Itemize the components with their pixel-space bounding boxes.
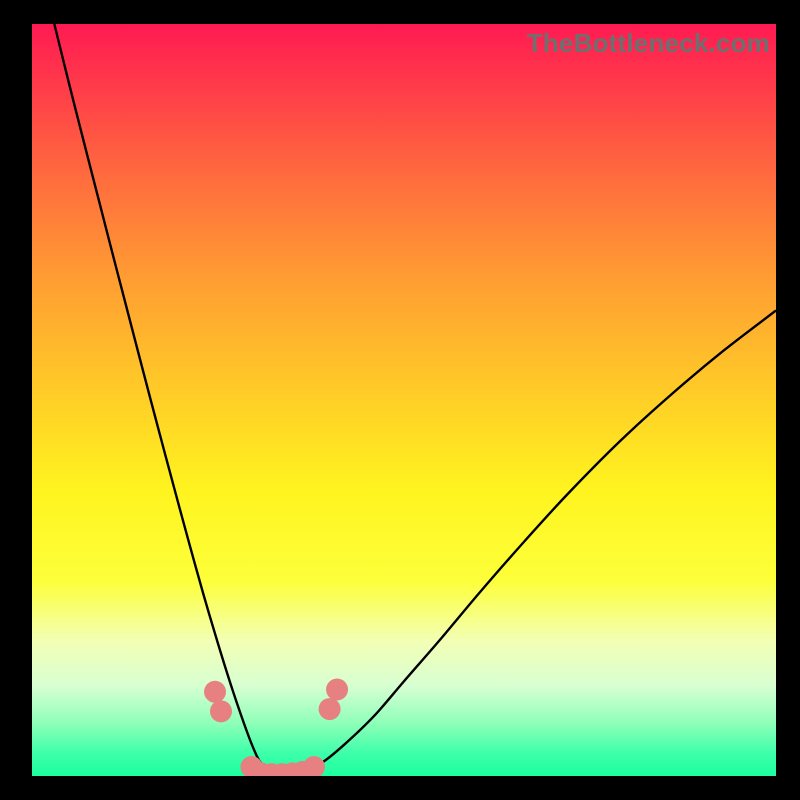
curve-marker xyxy=(210,700,232,722)
chart-svg xyxy=(32,24,776,776)
curve-marker xyxy=(204,681,226,703)
bottleneck-curve xyxy=(54,24,776,775)
curve-markers xyxy=(204,679,348,776)
curve-marker xyxy=(326,679,348,701)
chart-frame: TheBottleneck.com xyxy=(0,0,800,800)
bottleneck-plot: TheBottleneck.com xyxy=(32,24,776,776)
curve-marker xyxy=(319,698,341,720)
curve-marker xyxy=(303,756,325,776)
